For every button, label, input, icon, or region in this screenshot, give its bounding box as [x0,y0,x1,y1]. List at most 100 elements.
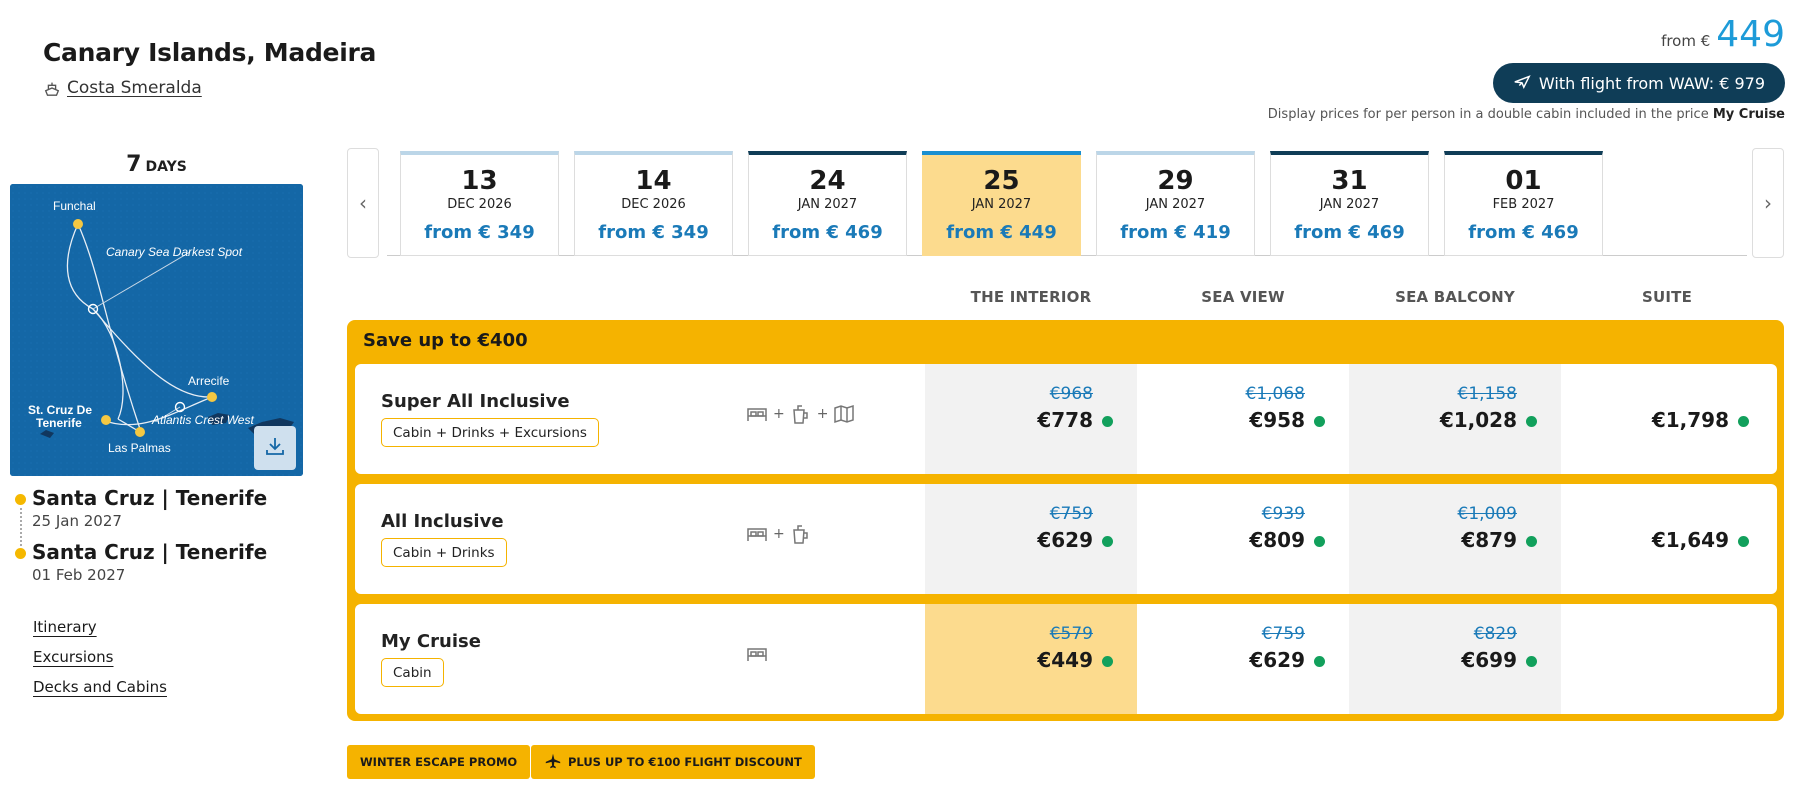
new-price: €1,649 [1651,528,1729,552]
plus-sign: + [816,406,829,422]
info-links: Itinerary Excursions Decks and Cabins [33,618,167,708]
plus-sign: + [773,526,785,542]
itinerary-stops: Santa Cruz | Tenerife 25 Jan 2027 Santa … [14,486,267,594]
date-day: 24 [809,166,846,196]
promo-badge-flight: PLUS UP TO €100 FLIGHT DISCOUNT [531,745,815,779]
date-price: from € 419 [1120,222,1231,243]
cabin-header-sea-view: SEA VIEW [1201,288,1285,306]
old-price: €1,009 [1457,504,1517,524]
old-price: €1,068 [1245,384,1305,404]
drink-icon [789,402,813,426]
price-from-label: from € [1661,32,1711,50]
new-price: €778 [1037,408,1093,432]
date-price: from € 349 [598,222,709,243]
download-icon [264,435,286,461]
package-tag: Cabin + Drinks [381,538,507,567]
ship-name[interactable]: Costa Smeralda [67,78,202,98]
itinerary-connector [20,508,22,546]
ship-link[interactable]: Costa Smeralda [43,78,202,98]
price-cell-suite[interactable]: €1,649 [1561,484,1773,594]
availability-dot [1526,416,1537,427]
carousel-next-button[interactable]: › [1752,148,1784,258]
new-price: €1,028 [1439,408,1517,432]
link-decks-cabins[interactable]: Decks and Cabins [33,678,167,696]
new-price: €958 [1249,408,1305,432]
date-option[interactable]: 29 JAN 2027 from € 419 [1096,151,1255,256]
price-cell-sea-balcony[interactable]: €1,158 €1,028 [1349,364,1561,474]
price-cell-sea-view[interactable]: €759 €629 [1137,604,1349,714]
availability-dot [1526,656,1537,667]
map-label-darkest: Canary Sea Darkest Spot [106,245,243,259]
price-cell-interior[interactable]: €968 €778 [925,364,1137,474]
availability-dot [1102,416,1113,427]
price-cell-sea-view[interactable]: €1,068 €958 [1137,364,1349,474]
promo-badge-winter: WINTER ESCAPE PROMO [347,745,531,779]
date-day: 29 [1157,166,1194,196]
package-row-super-all-inclusive: Super All Inclusive Cabin + Drinks + Exc… [355,364,1777,474]
price-cell-suite[interactable]: €1,798 [1561,364,1773,474]
display-note: Display prices for per person in a doubl… [1268,107,1785,122]
price-cell-interior[interactable]: €759 €629 [925,484,1137,594]
duration-number: 7 [126,152,142,177]
download-map-button[interactable] [254,426,296,470]
flight-button[interactable]: With flight from WAW: € 979 [1492,63,1785,103]
price-cell-interior-selected[interactable]: €579 €449 [925,604,1137,714]
date-price: from € 449 [946,222,1057,243]
package-name: Super All Inclusive [381,391,570,412]
cabin-header-interior: THE INTERIOR [970,288,1092,306]
chevron-left-icon: ‹ [359,191,367,215]
chevron-right-icon: › [1764,191,1772,215]
cabin-header-sea-balcony: SEA BALCONY [1395,288,1515,306]
pin-icon [15,494,26,505]
new-price: €879 [1461,528,1517,552]
price-cell-suite-empty [1561,604,1773,714]
new-price: €629 [1249,648,1305,672]
date-option[interactable]: 14 DEC 2026 from € 349 [574,151,733,256]
date-day: 01 [1505,166,1542,196]
map-label-stcruz-1: St. Cruz De [28,403,92,417]
package-name: My Cruise [381,631,481,652]
carousel-prev-button[interactable]: ‹ [347,148,379,258]
plane-icon [1513,72,1531,94]
date-month: JAN 2027 [1319,197,1380,212]
new-price: €449 [1037,648,1093,672]
date-day: 31 [1331,166,1368,196]
date-month: JAN 2027 [971,197,1032,212]
old-price: €968 [1049,384,1093,404]
date-day: 25 [983,166,1020,196]
availability-dot [1526,536,1537,547]
date-option[interactable]: 31 JAN 2027 from € 469 [1270,151,1429,256]
duration-unit: DAYS [145,159,187,175]
package-tag: Cabin + Drinks + Excursions [381,418,599,447]
promo-label: PLUS UP TO €100 FLIGHT DISCOUNT [568,755,802,769]
itinerary-start: Santa Cruz | Tenerife 25 Jan 2027 [14,486,267,540]
price-cell-sea-balcony[interactable]: €829 €699 [1349,604,1561,714]
package-includes: + + [745,402,856,426]
map-label-laspalmas: Las Palmas [108,441,171,455]
date-month: FEB 2027 [1492,197,1555,212]
map-label-funchal: Funchal [53,199,96,213]
date-price: from € 349 [424,222,535,243]
map-label-stcruz-2: Tenerife [36,416,82,430]
date-option[interactable]: 01 FEB 2027 from € 469 [1444,151,1603,256]
date-option[interactable]: 24 JAN 2027 from € 469 [748,151,907,256]
save-banner: Save up to €400 [363,330,528,351]
map-icon [832,402,856,426]
date-month: JAN 2027 [1145,197,1206,212]
link-itinerary[interactable]: Itinerary [33,618,167,636]
date-price: from € 469 [1468,222,1579,243]
plus-sign: + [773,406,785,422]
price-from: from € 449 [1661,14,1785,55]
old-price: €759 [1049,504,1093,524]
price-cell-sea-balcony[interactable]: €1,009 €879 [1349,484,1561,594]
flight-button-label: With flight from WAW: € 979 [1538,73,1765,93]
bed-icon [745,402,769,426]
availability-dot [1102,536,1113,547]
availability-dot [1314,536,1325,547]
availability-dot [1738,536,1749,547]
date-option[interactable]: 13 DEC 2026 from € 349 [400,151,559,256]
date-option-selected[interactable]: 25 JAN 2027 from € 449 [922,151,1081,256]
price-cell-sea-view[interactable]: €939 €809 [1137,484,1349,594]
itinerary-end: Santa Cruz | Tenerife 01 Feb 2027 [14,540,267,594]
link-excursions[interactable]: Excursions [33,648,167,666]
